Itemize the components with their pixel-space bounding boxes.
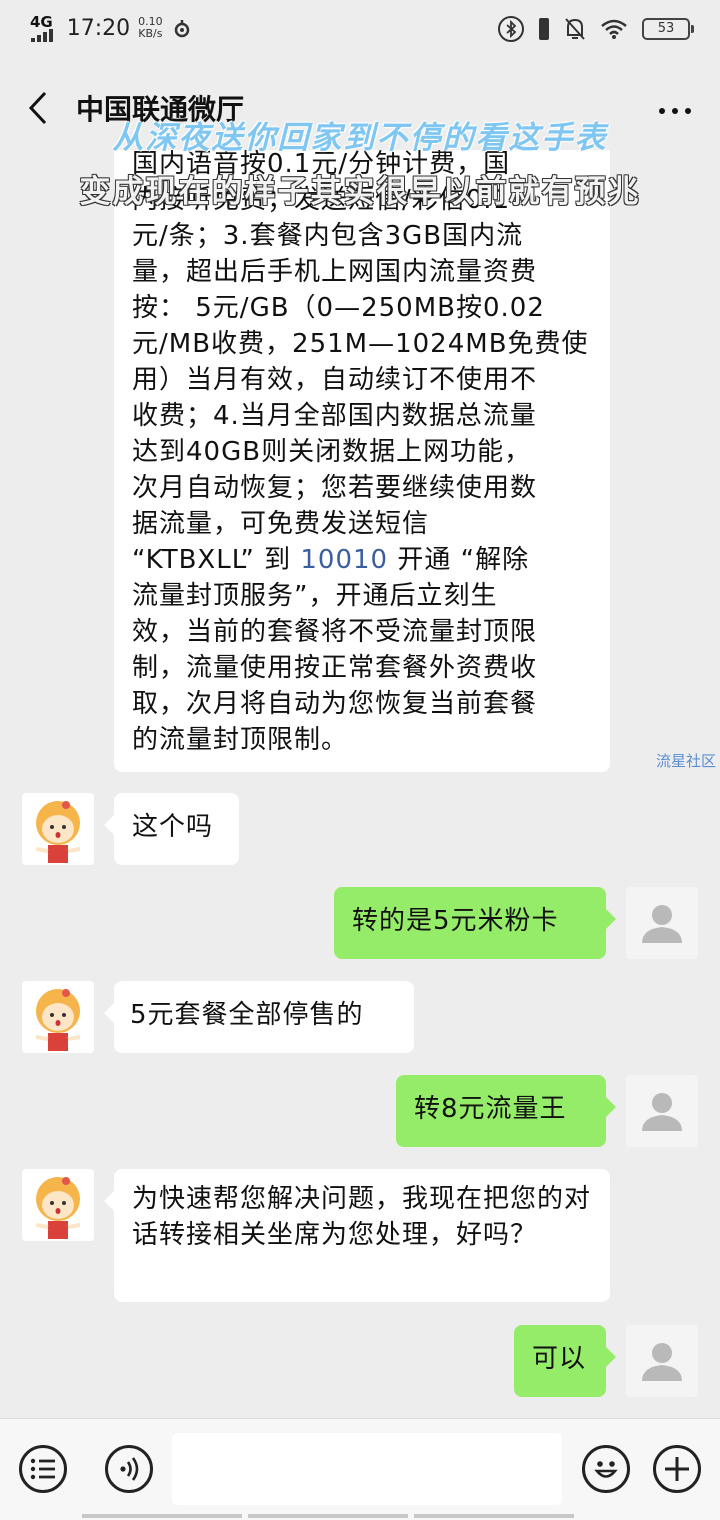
emoji-icon (594, 1461, 618, 1478)
user-avatar[interactable] (626, 1325, 698, 1397)
emoji-button[interactable] (582, 1445, 630, 1493)
message-bubble: 这个吗 (104, 793, 239, 865)
network-type: 4G (30, 13, 53, 31)
message-line: 达到40GB则关闭数据上网功能， (132, 437, 532, 467)
status-time: 17:20 (66, 15, 131, 41)
message-line: 按： 5元/GB（0—250MB按0.02 (132, 293, 545, 323)
hotspot-icon (174, 20, 189, 38)
nav-indicator (0, 1514, 720, 1520)
speed-unit: KB/s (138, 27, 163, 40)
message-input[interactable] (172, 1433, 562, 1505)
menu-button[interactable] (19, 1445, 67, 1493)
input-bar (0, 1418, 720, 1520)
default-user-icon (642, 1093, 682, 1131)
message-line: 量，超出后手机上网国内流量资费 (132, 257, 538, 287)
message-line: 元/MB收费，251M—1024MB免费使 (132, 329, 589, 359)
message-line: 的流量封顶限制。 (132, 725, 349, 755)
message-line: 元/条；3.套餐内包含3GB国内流 (132, 221, 524, 251)
message-line: 效，当前的套餐将不受流量封顶限 (132, 617, 538, 647)
status-left: 4G 17:20 0.10 KB/s (30, 14, 193, 42)
status-right: 53 (498, 16, 694, 42)
message-line: 取，次月将自动为您恢复当前套餐 (132, 689, 538, 719)
overlay-caption-1: 从深夜送你回家到不停的看这手表 (112, 120, 608, 156)
default-user-icon (642, 1343, 682, 1381)
message-line: 制，流量使用按正常套餐外资费收 (132, 653, 538, 683)
default-user-icon (642, 905, 682, 943)
voice-icon (120, 1457, 139, 1481)
phone-number-link[interactable]: 10010 (300, 545, 388, 575)
message-line: 次月自动恢复；您若要继续使用数 (132, 473, 538, 503)
message-bubble: 为快速帮您解决问题，我现在把您的对话转接相关坐席为您处理，好吗？ (104, 1169, 610, 1302)
message-bubble: 5元套餐全部停售的 (104, 981, 414, 1053)
bluetooth-icon (498, 16, 524, 42)
wifi-icon (601, 19, 627, 39)
message-text: 开通 “解除 (388, 545, 530, 575)
add-button[interactable] (653, 1445, 701, 1493)
mute-bell-icon (565, 18, 585, 40)
message-text: “KTBXLL” 到 (132, 545, 301, 575)
long-message-bubble: 国内语音按0.1元/分钟计费，国 内接听免费；发送短信/彩信0.1 元/条；3.… (114, 150, 610, 772)
message-line: 收费；4.当月全部国内数据总流量 (132, 401, 537, 431)
user-avatar[interactable] (626, 1075, 698, 1147)
cartoon-girl-icon (22, 1169, 94, 1241)
vibrate-icon (539, 18, 549, 40)
message-line: 流量封顶服务”，开通后立刻生 (132, 581, 498, 611)
message-bubble: 转的是5元米粉卡 (334, 887, 616, 959)
plus-icon (665, 1457, 689, 1481)
status-bar: 4G 17:20 0.10 KB/s 53 (0, 0, 720, 64)
message-line: 用）当月有效，自动续订不使用不 (132, 365, 538, 395)
agent-avatar[interactable] (22, 793, 94, 865)
cartoon-girl-icon (22, 981, 94, 1053)
list-menu-icon (30, 1458, 55, 1480)
user-avatar[interactable] (626, 887, 698, 959)
battery-indicator: 53 (642, 18, 694, 40)
message-line: “KTBXLL” 到 10010 开通 “解除 (132, 542, 592, 578)
agent-avatar[interactable] (22, 1169, 94, 1241)
cartoon-girl-icon (22, 793, 94, 865)
message-bubble: 可以 (514, 1325, 616, 1397)
overlay-caption-2: 变成现在的样子其实很早以前就有预兆 (79, 174, 641, 210)
agent-avatar[interactable] (22, 981, 94, 1053)
message-bubble: 转8元流量王 (396, 1075, 616, 1147)
message-line: 据流量，可免费发送短信 (132, 509, 430, 539)
voice-button[interactable] (105, 1445, 153, 1493)
network-speed: 0.10 KB/s (138, 16, 163, 40)
watermark: 流星社区 (656, 752, 717, 770)
